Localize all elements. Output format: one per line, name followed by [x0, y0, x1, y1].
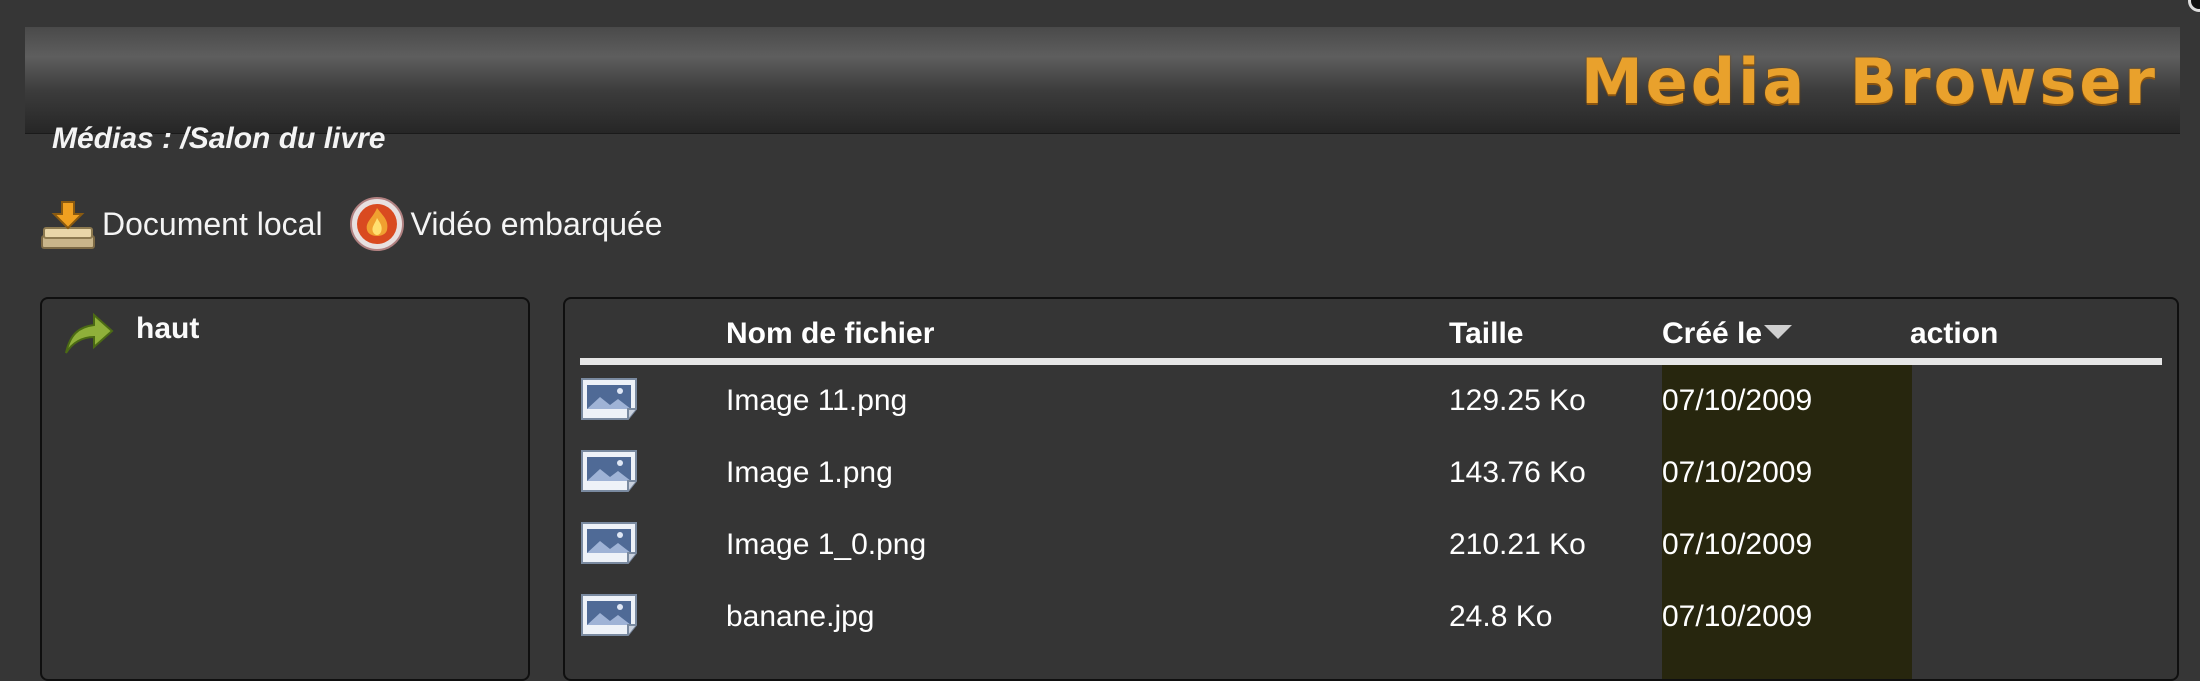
file-date: 07/10/2009 — [1662, 384, 1813, 417]
embedded-video-button[interactable]: Vidéo embarquée — [349, 196, 663, 252]
file-date: 07/10/2009 — [1662, 528, 1813, 561]
embedded-video-label: Vidéo embarquée — [410, 205, 663, 242]
file-name[interactable]: Image 1_0.png — [726, 528, 926, 562]
parent-folder-label: haut — [136, 311, 200, 345]
close-icon[interactable] — [2188, 0, 2200, 12]
file-name[interactable]: Image 11.png — [726, 384, 907, 418]
breadcrumb: Médias : /Salon du livre — [52, 122, 386, 155]
toolbar: Document local Vidéo embarquée — [40, 196, 689, 252]
file-list-panel: Nom de fichier Taille Créé le action Ima… — [563, 297, 2179, 681]
table-row[interactable]: Image 1_0.png 210.21 Ko 07/10/2009 — [580, 513, 2162, 585]
file-date: 07/10/2009 — [1662, 456, 1813, 489]
column-header-action: action — [1910, 317, 1999, 350]
image-file-icon — [580, 377, 640, 421]
table-row[interactable]: Image 11.png 129.25 Ko 07/10/2009 — [580, 369, 2162, 441]
file-name[interactable]: banane.jpg — [726, 600, 874, 634]
file-size: 129.25 Ko — [1449, 384, 1586, 417]
image-file-icon — [580, 521, 640, 565]
column-header-created-label: Créé le — [1662, 317, 1763, 350]
upload-icon — [40, 198, 96, 250]
up-arrow-icon — [60, 305, 118, 362]
table-row[interactable]: Image 1.png 143.76 Ko 07/10/2009 — [580, 441, 2162, 513]
file-name[interactable]: Image 1.png — [726, 456, 893, 490]
file-date: 07/10/2009 — [1662, 600, 1813, 633]
local-document-button[interactable]: Document local — [40, 198, 323, 250]
local-document-label: Document local — [102, 205, 323, 242]
app-title: Media Browser — [1580, 45, 2158, 118]
folder-panel: haut — [40, 297, 530, 681]
image-file-icon — [580, 449, 640, 493]
file-size: 143.76 Ko — [1449, 456, 1586, 489]
table-header: Nom de fichier Taille Créé le action — [580, 315, 2162, 365]
column-header-size[interactable]: Taille — [1449, 317, 1523, 351]
image-file-icon — [580, 593, 640, 637]
sort-descending-icon — [1764, 325, 1793, 339]
table-row[interactable]: banane.jpg 24.8 Ko 07/10/2009 — [580, 585, 2162, 657]
column-header-created[interactable]: Créé le — [1662, 317, 1793, 351]
video-icon — [349, 196, 405, 252]
file-size: 210.21 Ko — [1449, 528, 1586, 561]
column-header-filename[interactable]: Nom de fichier — [726, 317, 934, 351]
parent-folder-link[interactable]: haut — [60, 305, 199, 362]
header-bar: Media Browser — [25, 27, 2180, 134]
file-size: 24.8 Ko — [1449, 600, 1553, 633]
